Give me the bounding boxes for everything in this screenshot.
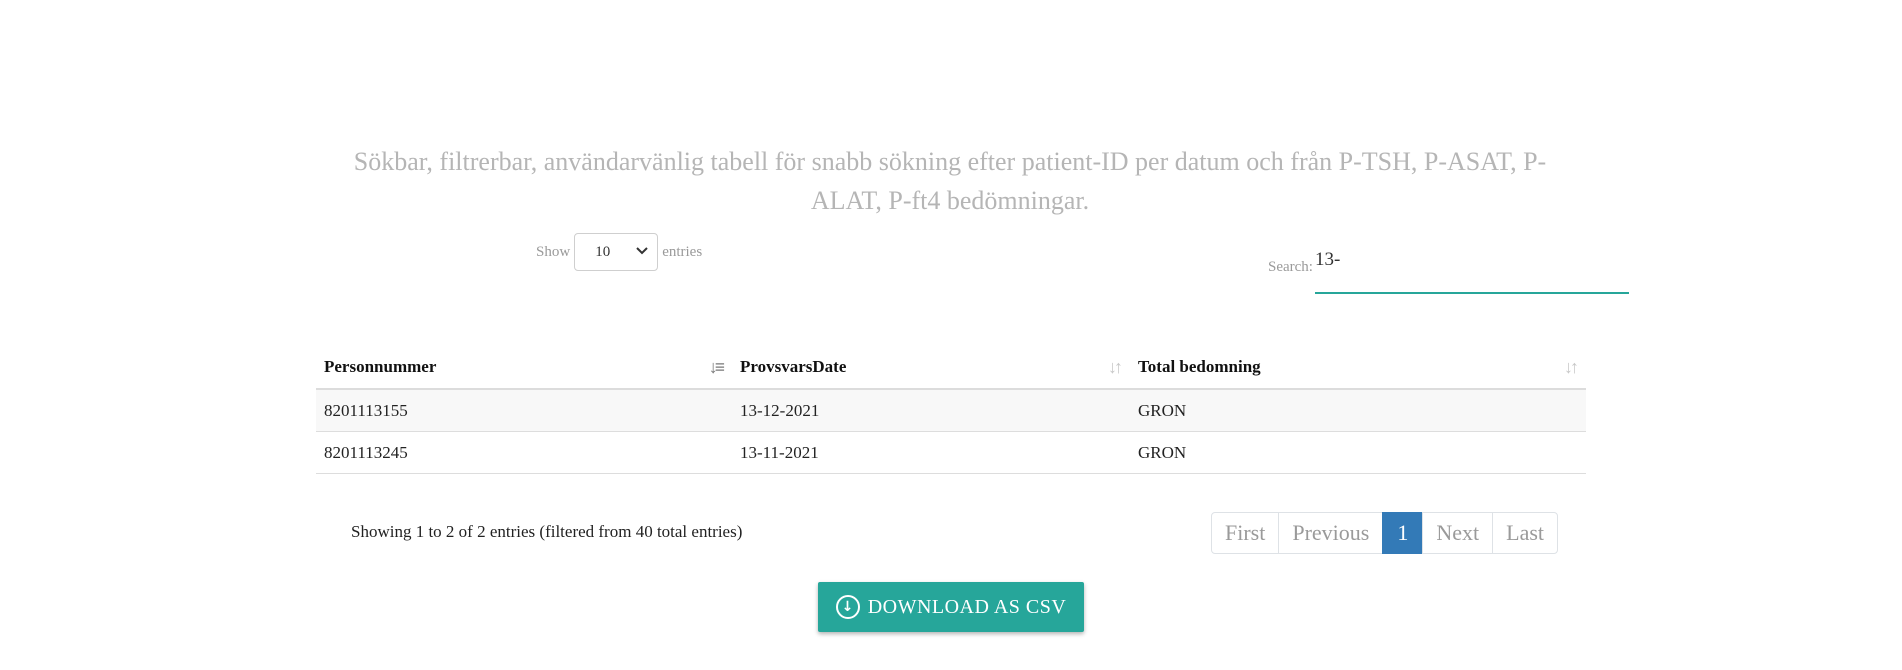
cell-provsvarsdate: 13-11-2021 — [732, 431, 1130, 474]
table-header-row: Personnummer ↓≡ ProvsvarsDate ↓↑ Total b… — [316, 346, 1586, 390]
search-input[interactable] — [1314, 246, 1629, 294]
column-header-personnummer[interactable]: Personnummer ↓≡ — [316, 346, 732, 390]
entries-select-value: 10 — [595, 243, 611, 260]
search-label: Search: — [1268, 259, 1313, 275]
column-header-label: Total bedomning — [1138, 357, 1261, 376]
entries-length-control: Show 10 entries — [536, 232, 702, 272]
column-header-label: ProvsvarsDate — [740, 357, 847, 376]
results-table: Personnummer ↓≡ ProvsvarsDate ↓↑ Total b… — [316, 346, 1586, 474]
column-header-total-bedomning[interactable]: Total bedomning ↓↑ — [1130, 346, 1586, 390]
cell-provsvarsdate: 13-12-2021 — [732, 389, 1130, 432]
pagination: First Previous 1 Next Last — [1211, 512, 1559, 554]
pagination-first-button[interactable]: First — [1211, 512, 1280, 554]
sort-icon: ↓↑ — [1564, 357, 1579, 377]
column-header-provsvarsdate[interactable]: ProvsvarsDate ↓↑ — [732, 346, 1130, 390]
download-csv-label: DOWNLOAD AS CSV — [867, 595, 1067, 618]
download-circle-icon: ↓ — [835, 595, 860, 619]
table-info: Showing 1 to 2 of 2 entries (filtered fr… — [351, 522, 743, 541]
cell-personnummer: 8201113155 — [316, 389, 732, 432]
pagination-page-button[interactable]: 1 — [1382, 512, 1424, 554]
show-label: Show — [536, 243, 571, 260]
table-row: 8201113245 13-11-2021 GRON — [316, 431, 1586, 474]
pagination-previous-button[interactable]: Previous — [1278, 512, 1384, 554]
sort-ascending-icon: ↓≡ — [708, 357, 725, 377]
download-csv-button[interactable]: ↓ DOWNLOAD AS CSV — [818, 582, 1084, 632]
pagination-last-button[interactable]: Last — [1492, 512, 1559, 554]
sort-icon: ↓↑ — [1108, 357, 1123, 377]
cell-total-bedomning: GRON — [1130, 431, 1586, 474]
search-control: Search: — [1268, 246, 1629, 294]
column-header-label: Personnummer — [324, 357, 437, 376]
entries-select[interactable]: 10 — [574, 233, 659, 271]
pagination-next-button[interactable]: Next — [1422, 512, 1494, 554]
cell-personnummer: 8201113245 — [316, 431, 732, 474]
table-row: 8201113155 13-12-2021 GRON — [316, 389, 1586, 432]
cell-total-bedomning: GRON — [1130, 389, 1586, 432]
page-subtitle: Sökbar, filtrerbar, användarvänlig tabel… — [353, 147, 1547, 215]
chevron-down-icon — [635, 244, 649, 261]
entries-label: entries — [662, 243, 703, 260]
